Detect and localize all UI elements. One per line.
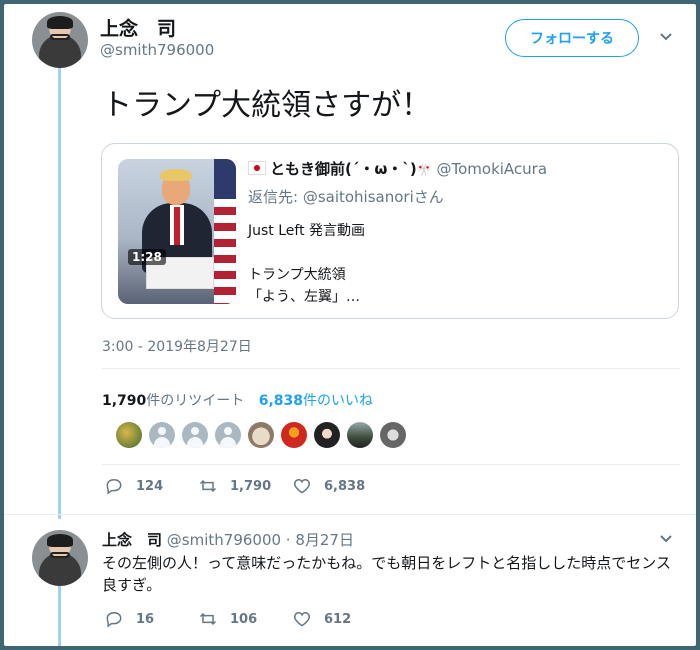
divider [4,514,696,515]
reply-button[interactable]: 16 [104,609,198,629]
reply-author[interactable]: 上念 司 @smith796000 · 8月27日 [102,529,354,550]
quote-text-line-2: トランプ大統領 [248,267,346,283]
author-display-name[interactable]: 上念 司 [100,14,176,41]
avatar[interactable] [32,12,88,68]
tweet-timestamp[interactable]: 3:00 - 2019年8月27日 [102,336,252,356]
chevron-down-icon[interactable] [659,30,673,46]
retweets-stat[interactable]: 1,790件のリツイート [102,393,244,409]
video-thumbnail[interactable]: 1:28 [118,159,236,304]
japan-flag-icon [248,161,266,175]
retweet-button[interactable]: 106 [198,609,292,629]
chevron-down-icon[interactable] [659,532,673,548]
tweet-actions: 124 1,790 6,838 [104,476,386,496]
quote-text-line-3: 「よう、左翼」… [248,289,360,305]
reply-avatar[interactable] [32,530,88,586]
tweet-text: トランプ大統領さすが！ [102,88,432,123]
crossed-flags-icon: 🎌 [416,163,432,177]
tweet-stats: 1,790件のリツイート 6,838件のいいね [102,390,373,410]
heart-icon [293,478,311,494]
liker-avatar[interactable] [380,422,406,448]
quote-author-name: ともき御前(´・ω・`) [270,160,417,178]
reply-actions: 16 106 612 [104,609,386,629]
reply-text: その左側の人！って意味だったかもね。でも朝日をレフトと名指しした時点でセンス良す… [102,554,671,594]
author-handle[interactable]: @smith796000 [100,41,214,59]
quote-text-line-1: Just Left 発言動画 [248,223,366,239]
like-button[interactable]: 612 [292,609,386,629]
like-button[interactable]: 6,838 [292,476,386,496]
liker-avatar[interactable] [248,422,274,448]
divider [102,368,680,369]
tweet-frame: 上念 司 @smith796000 フォローする トランプ大統領さすが！ 1:2… [4,4,696,646]
video-duration-badge: 1:28 [128,249,166,265]
reply-icon [106,611,122,628]
thread-line-bottom [58,586,61,646]
heart-icon [293,611,311,627]
quote-author-handle: @TomokiAcura [436,160,548,178]
liker-avatars [116,422,406,448]
retweet-button[interactable]: 1,790 [198,476,292,496]
reply-handle-date: @smith796000 · 8月27日 [166,531,354,549]
liker-avatar[interactable] [314,422,340,448]
reply-icon [106,478,122,495]
liker-avatar[interactable] [215,422,241,448]
liker-avatar[interactable] [149,422,175,448]
liker-avatar[interactable] [116,422,142,448]
quote-author[interactable]: ともき御前(´・ω・`)🎌 @TomokiAcura [248,158,547,179]
thread-line-top [58,66,61,519]
quote-reply-to: 返信先: @saitohisanoriさん [248,188,444,206]
liker-avatar[interactable] [182,422,208,448]
follow-button[interactable]: フォローする [505,19,639,57]
liker-avatar[interactable] [347,422,373,448]
quoted-tweet-card[interactable]: 1:28 ともき御前(´・ω・`)🎌 @TomokiAcura 返信先: @sa… [101,143,679,319]
retweet-icon [199,612,217,626]
divider [102,464,680,465]
likes-stat[interactable]: 6,838件のいいね [259,393,373,409]
reply-author-name: 上念 司 [102,531,163,549]
reply-button[interactable]: 124 [104,476,198,496]
retweet-icon [199,479,217,493]
liker-avatar[interactable] [281,422,307,448]
